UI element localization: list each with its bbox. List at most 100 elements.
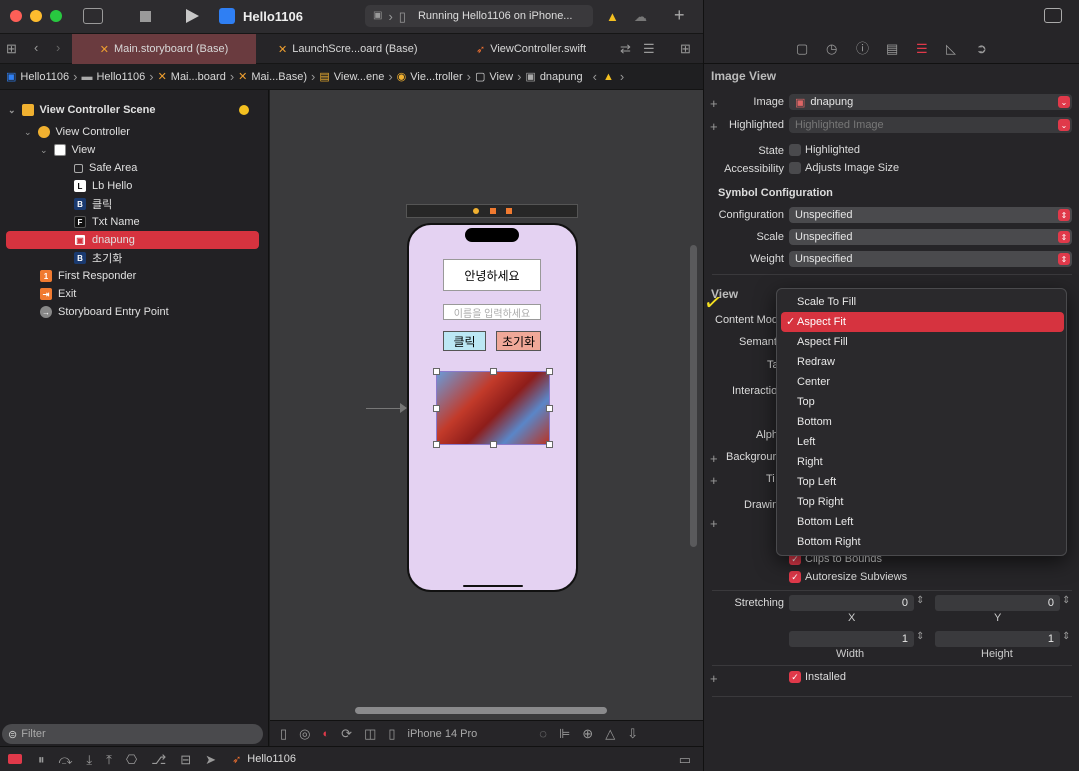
dark-mode-icon[interactable]: ◐ bbox=[323, 728, 330, 740]
warning-icon[interactable]: ▲ bbox=[603, 71, 614, 83]
tab-viewcontroller-swift[interactable]: ➶ ViewController.swift bbox=[468, 34, 594, 64]
stepper-icon[interactable]: ⇕ bbox=[1062, 632, 1070, 642]
breadcrumb-item[interactable]: View bbox=[489, 71, 513, 83]
file-inspector-icon[interactable]: ▢ bbox=[796, 42, 808, 55]
highlighted-checkbox[interactable]: Highlighted bbox=[789, 144, 860, 156]
back-icon[interactable]: ‹ bbox=[34, 41, 38, 54]
grid-icon[interactable]: ⊞ bbox=[6, 42, 17, 55]
align-icon[interactable]: ⊫ bbox=[559, 727, 570, 740]
embed-icon[interactable]: ⇩ bbox=[627, 727, 638, 740]
menu-item-top[interactable]: Top bbox=[781, 392, 1064, 412]
installed-checkbox[interactable]: ✓ Installed bbox=[789, 671, 846, 683]
chevron-down-icon[interactable]: ⌄ bbox=[1058, 96, 1070, 108]
identity-icon[interactable]: ▤ bbox=[886, 42, 898, 55]
checkbox-icon[interactable] bbox=[789, 144, 801, 156]
menu-item-top-left[interactable]: Top Left bbox=[781, 472, 1064, 492]
step-over-icon[interactable]: ⤼ bbox=[59, 753, 73, 766]
image-field[interactable]: ▣ dnapung ⌄ bbox=[789, 94, 1072, 110]
vertical-scrollbar[interactable] bbox=[690, 245, 697, 547]
pause-icon[interactable]: ⏸ bbox=[38, 753, 45, 766]
resize-handle[interactable] bbox=[433, 368, 440, 375]
updown-icon[interactable]: ⇕ bbox=[1058, 231, 1070, 243]
device-name[interactable]: iPhone 14 Pro bbox=[408, 728, 478, 740]
menu-item-top-right[interactable]: Top Right bbox=[781, 492, 1064, 512]
outline-toggle-icon[interactable]: ▯ bbox=[280, 727, 287, 740]
appearance-icon[interactable]: ◎ bbox=[299, 727, 310, 740]
outline-first-responder[interactable]: 1 First Responder bbox=[6, 267, 259, 285]
outline-lb-hello[interactable]: L Lb Hello bbox=[6, 177, 259, 195]
menu-item-redraw[interactable]: Redraw bbox=[781, 352, 1064, 372]
update-frames-icon[interactable]: ◌ bbox=[539, 727, 547, 740]
size-icon[interactable]: ◺ bbox=[946, 42, 956, 55]
step-out-icon[interactable]: ⤒ bbox=[106, 753, 112, 766]
outline-scene[interactable]: ⌄ View Controller Scene bbox=[6, 101, 259, 119]
chevron-down-icon[interactable]: ⌄ bbox=[1058, 119, 1070, 131]
history-icon[interactable]: ◷ bbox=[826, 42, 837, 55]
menu-item-bottom-right[interactable]: Bottom Right bbox=[781, 532, 1064, 552]
chevron-right-icon[interactable]: › bbox=[620, 70, 624, 83]
add-variation-icon[interactable]: + bbox=[710, 97, 718, 110]
outline-button-reset[interactable]: B 초기화 bbox=[6, 249, 259, 267]
outline-entry-point[interactable]: → Storyboard Entry Point bbox=[6, 303, 259, 321]
console-toggle-icon[interactable]: ▭ bbox=[679, 753, 691, 766]
attributes-icon[interactable]: ☰ bbox=[916, 41, 928, 57]
outline-exit[interactable]: ⇥ Exit bbox=[6, 285, 259, 303]
outline-view-controller[interactable]: ⌄ View Controller bbox=[6, 123, 259, 141]
filter-field[interactable]: ⊜ Filter bbox=[2, 724, 263, 744]
disclosure-icon[interactable]: ⌄ bbox=[40, 145, 48, 155]
breadcrumb-item[interactable]: Vie...troller bbox=[410, 71, 462, 83]
breadcrumb-item[interactable]: View...ene bbox=[334, 71, 385, 83]
debug-process[interactable]: Hello1106 bbox=[247, 753, 296, 765]
resize-handle[interactable] bbox=[433, 405, 440, 412]
stretch-width-field[interactable]: 1 bbox=[789, 631, 914, 647]
resize-handle[interactable] bbox=[433, 441, 440, 448]
menu-item-aspect-fit[interactable]: ✓ Aspect Fit bbox=[781, 312, 1064, 332]
stretch-height-field[interactable]: 1 bbox=[935, 631, 1060, 647]
add-constraints-icon[interactable]: ⊕ bbox=[582, 727, 593, 740]
project-title[interactable]: Hello1106 bbox=[243, 9, 303, 24]
menu-item-scale-to-fill[interactable]: Scale To Fill bbox=[781, 292, 1064, 312]
updown-icon[interactable]: ⇕ bbox=[1058, 253, 1070, 265]
split-icon[interactable]: ◫ bbox=[364, 727, 376, 740]
disclosure-icon[interactable]: ⌄ bbox=[24, 127, 32, 137]
forward-icon[interactable]: › bbox=[56, 41, 60, 54]
inspector-toggle-icon[interactable] bbox=[1044, 8, 1062, 23]
close-window-button[interactable] bbox=[10, 10, 22, 22]
autoresize-subviews-checkbox[interactable]: ✓ Autoresize Subviews bbox=[789, 571, 907, 583]
menu-item-bottom[interactable]: Bottom bbox=[781, 412, 1064, 432]
highlighted-image-field[interactable]: Highlighted Image ⌄ bbox=[789, 117, 1072, 133]
checkbox-icon[interactable]: ✓ bbox=[789, 671, 801, 683]
chevron-left-icon[interactable]: ‹ bbox=[593, 70, 597, 83]
breadcrumb-item[interactable]: Hello1106 bbox=[20, 71, 69, 83]
configuration-popup[interactable]: Unspecified ⇕ bbox=[789, 207, 1072, 223]
stepper-icon[interactable]: ⇕ bbox=[916, 596, 924, 606]
resize-handle[interactable] bbox=[546, 441, 553, 448]
click-button[interactable]: 클릭 bbox=[443, 331, 486, 351]
outline-view[interactable]: ⌄ View bbox=[6, 141, 259, 159]
menu-item-right[interactable]: Right bbox=[781, 452, 1064, 472]
editor-options-icon[interactable]: ☰ bbox=[643, 42, 655, 55]
adjusts-image-size-checkbox[interactable]: Adjusts Image Size bbox=[789, 162, 899, 174]
add-editor-icon[interactable]: ⊞ bbox=[680, 42, 691, 55]
resize-handle[interactable] bbox=[490, 368, 497, 375]
add-variation-icon[interactable]: + bbox=[710, 517, 718, 530]
connections-icon[interactable]: ➲ bbox=[976, 42, 987, 55]
stretch-y-field[interactable]: 0 bbox=[935, 595, 1060, 611]
add-variation-icon[interactable]: + bbox=[710, 120, 718, 133]
step-in-icon[interactable]: ⤓ bbox=[86, 753, 92, 766]
txt-name[interactable]: 이름을 입력하세요 bbox=[443, 304, 541, 320]
resize-handle[interactable] bbox=[546, 405, 553, 412]
outline-dnapung-selected[interactable]: ▣ dnapung bbox=[6, 231, 259, 249]
menu-item-left[interactable]: Left bbox=[781, 432, 1064, 452]
dock-responder-icon[interactable] bbox=[490, 208, 496, 214]
rotate-icon[interactable]: ⟳ bbox=[341, 727, 352, 740]
horizontal-scrollbar[interactable] bbox=[355, 707, 607, 714]
add-icon[interactable]: + bbox=[674, 5, 685, 26]
storyboard-canvas[interactable]: 안녕하세요 이름을 입력하세요 클릭 초기화 bbox=[270, 90, 703, 720]
dock-exit-icon[interactable] bbox=[506, 208, 512, 214]
breadcrumb-item[interactable]: Hello1106 bbox=[96, 71, 145, 83]
tab-main-storyboard[interactable]: ✕ Main.storyboard (Base) bbox=[72, 34, 256, 64]
add-variation-icon[interactable]: + bbox=[710, 672, 718, 685]
resize-handle[interactable] bbox=[546, 368, 553, 375]
menu-item-center[interactable]: Center bbox=[781, 372, 1064, 392]
